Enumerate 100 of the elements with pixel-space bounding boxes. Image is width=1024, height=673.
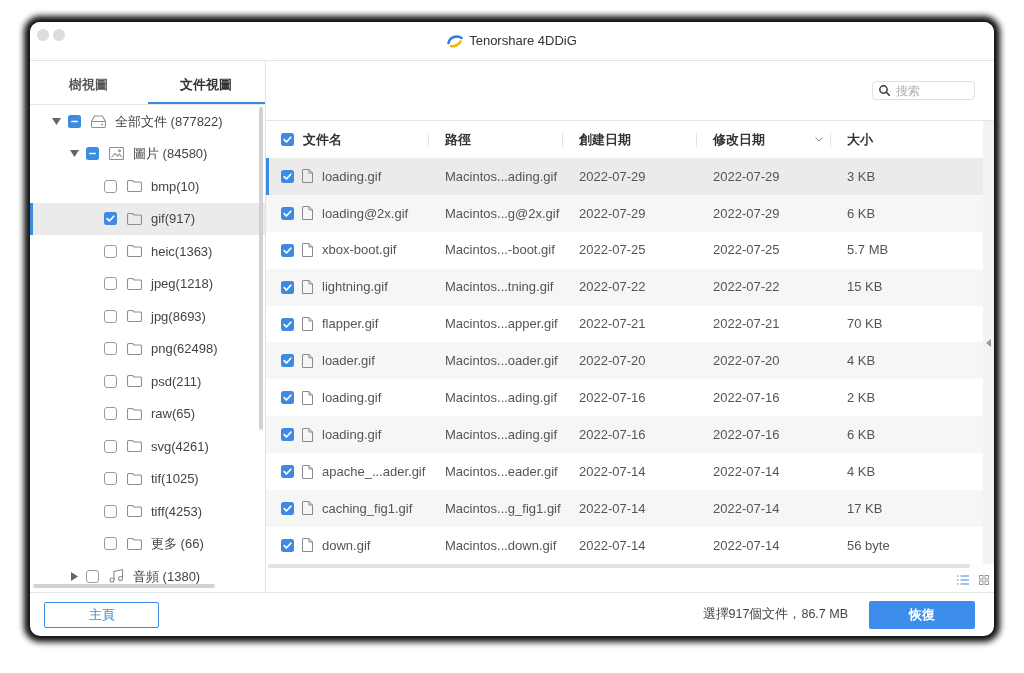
column-header[interactable]: 大小 (847, 129, 873, 150)
checkbox[interactable] (86, 569, 99, 583)
checkbox[interactable] (281, 169, 294, 183)
tree-label: png(62498) (151, 340, 218, 358)
disclosure-triangle-icon[interactable] (51, 117, 61, 125)
checkbox[interactable] (281, 428, 294, 442)
checkbox[interactable] (281, 501, 294, 515)
table-cell-text: loading.gif (322, 389, 382, 408)
checkbox[interactable] (281, 465, 294, 479)
table-cell-text: 2022-07-29 (579, 167, 646, 186)
file-row[interactable]: loading.gif Macintos...ading.gif 2022-07-16 2022-07-16 6 KB (266, 416, 983, 454)
file-icon (302, 464, 313, 479)
file-row[interactable]: loader.gif Macintos...oader.gif 2022-07-20 2022-07-20 4 KB (266, 342, 983, 380)
left-triangle-icon[interactable] (986, 338, 991, 347)
table-cell-text: Macintos...g@2x.gif (445, 204, 560, 223)
checkbox[interactable] (104, 439, 117, 453)
image-icon (109, 147, 124, 161)
tree-label: svg(4261) (151, 437, 209, 456)
checkbox[interactable] (281, 391, 294, 405)
checkbox[interactable] (68, 114, 81, 128)
table-cell-text: 2022-07-14 (579, 536, 646, 555)
tab[interactable]: 樹視圖 (30, 61, 148, 104)
table-cell-text: 4 KB (847, 462, 876, 481)
disclosure-triangle-icon[interactable] (70, 571, 78, 581)
checkbox[interactable] (281, 354, 294, 368)
table-cell-text: 2022-07-25 (713, 241, 780, 260)
scrollbar[interactable] (33, 584, 215, 588)
tree-label: tiff(4253) (151, 502, 203, 521)
checkbox[interactable] (104, 407, 117, 421)
table-cell-text: caching_fig1.gif (322, 499, 413, 518)
column-header[interactable]: 路徑 (445, 129, 471, 150)
checkbox[interactable] (104, 212, 117, 226)
file-icon (302, 206, 313, 221)
table-cell-text: Macintos...down.gif (445, 536, 557, 555)
folder-icon (127, 180, 142, 193)
table-cell-text: 2022-07-16 (579, 425, 646, 444)
table-cell-text: 4 KB (847, 352, 876, 371)
file-row[interactable]: loading.gif Macintos...ading.gif 2022-07-29 2022-07-29 3 KB (266, 158, 983, 195)
column-header[interactable]: 文件名 (303, 129, 342, 150)
disclosure-triangle-icon[interactable] (69, 150, 79, 158)
table-cell-text: 2022-07-21 (579, 315, 646, 334)
folder-icon (127, 212, 142, 225)
tree-label: gif(917) (151, 210, 196, 228)
drive-icon (91, 114, 106, 128)
file-icon (302, 243, 313, 258)
chevron-down-icon[interactable] (815, 137, 823, 142)
checkbox[interactable] (104, 342, 117, 356)
checkbox[interactable] (104, 537, 117, 551)
checkbox[interactable] (281, 133, 294, 146)
table-cell-text: 2022-07-16 (579, 389, 646, 408)
home-button[interactable]: 主頁 (44, 601, 159, 628)
table-cell-text: Macintos...eader.gif (445, 462, 558, 481)
column-header[interactable]: 修改日期 (713, 129, 765, 150)
table-cell-text: 56 byte (847, 536, 890, 555)
file-icon (302, 427, 313, 442)
file-row[interactable]: loading@2x.gif Macintos...g@2x.gif 2022-07-29 2022-07-29 6 KB (266, 194, 983, 232)
table-cell-text: 2022-07-20 (579, 352, 646, 371)
table-cell-text: down.gif (322, 536, 371, 555)
checkbox[interactable] (104, 504, 117, 518)
folder-icon (127, 440, 142, 453)
grid-view-icon[interactable] (979, 575, 989, 585)
checkbox[interactable] (104, 244, 117, 258)
table-cell-text: Macintos...apper.gif (445, 315, 558, 334)
table-cell-text: 2022-07-14 (579, 499, 646, 518)
table-cell-text: flapper.gif (322, 315, 379, 334)
checkbox[interactable] (281, 243, 294, 257)
checkbox[interactable] (281, 317, 294, 331)
checkbox[interactable] (104, 374, 117, 388)
table-cell-text: Macintos...-boot.gif (445, 241, 555, 260)
checkbox[interactable] (104, 309, 117, 323)
music-note-icon (109, 569, 124, 584)
table-cell-text: Macintos...tning.gif (445, 278, 554, 297)
list-view-icon[interactable] (957, 575, 969, 585)
folder-icon (127, 505, 142, 518)
folder-icon (127, 310, 142, 323)
folder-icon (127, 277, 142, 290)
checkbox[interactable] (281, 280, 294, 294)
checkbox[interactable] (104, 179, 117, 193)
file-icon (302, 280, 313, 295)
table-cell-text: 6 KB (847, 204, 876, 223)
logo-icon (447, 34, 464, 48)
checkbox[interactable] (104, 277, 117, 291)
checkbox[interactable] (281, 538, 294, 552)
file-row[interactable]: lightning.gif Macintos...tning.gif 2022-07-22 2022-07-22 15 KB (266, 268, 983, 306)
scrollbar[interactable] (259, 107, 263, 430)
checkbox[interactable] (281, 206, 294, 220)
table-cell-text: 2022-07-16 (713, 425, 780, 444)
folder-icon (127, 407, 142, 420)
tree-row[interactable]: gif(917) (30, 202, 265, 235)
checkbox[interactable] (86, 147, 99, 161)
table-cell-text: lightning.gif (322, 278, 388, 297)
table-cell-text: 6 KB (847, 425, 876, 444)
folder-icon (127, 472, 142, 485)
search-field[interactable]: 搜索 (872, 81, 975, 100)
file-row[interactable]: caching_fig1.gif Macintos...g_fig1.gif 2022-07-14 2022-07-14 17 KB (266, 490, 983, 527)
tree-label: jpg(8693) (151, 307, 206, 326)
file-icon (302, 501, 313, 516)
column-header[interactable]: 創建日期 (579, 129, 631, 150)
table-cell-text: 2022-07-22 (579, 278, 646, 297)
checkbox[interactable] (104, 472, 117, 486)
